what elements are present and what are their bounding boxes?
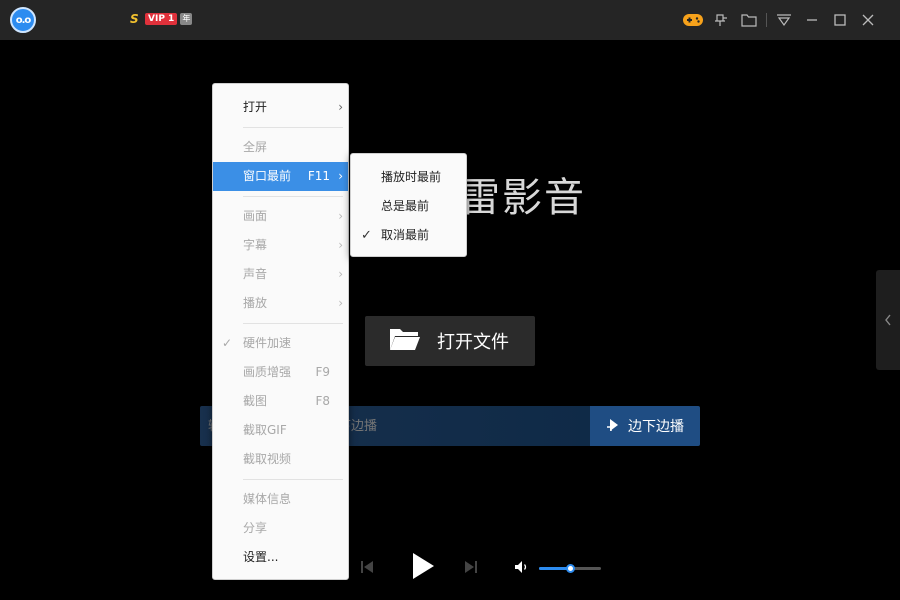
menu-item-label: 分享 — [243, 521, 268, 535]
menu-item-label: 声音 — [243, 267, 268, 281]
play-button[interactable] — [407, 548, 439, 588]
volume-slider[interactable] — [539, 564, 601, 573]
menu-separator — [243, 323, 343, 324]
menu-item[interactable]: 设置... — [213, 543, 348, 572]
app-logo-icon[interactable]: o.o — [10, 7, 36, 33]
menu-item-shortcut: F8 — [315, 394, 330, 408]
menu-item-label: 画质增强 — [243, 365, 292, 379]
menu-item-label: 媒体信息 — [243, 492, 292, 506]
chevron-right-icon: › — [338, 209, 343, 223]
chevron-right-icon: › — [338, 169, 343, 183]
previous-button[interactable] — [355, 548, 379, 588]
stream-play-icon — [606, 417, 620, 436]
menu-item-shortcut: F9 — [315, 365, 330, 379]
badge-vip: VIP 1 — [145, 13, 178, 25]
titlebar-separator — [766, 13, 767, 27]
close-icon[interactable] — [854, 0, 882, 40]
menu-item: 播放 › — [213, 289, 348, 318]
folder-icon[interactable] — [735, 0, 763, 40]
menu-item: 截取GIF — [213, 416, 348, 445]
check-icon: ✓ — [361, 228, 372, 243]
playlist-toggle[interactable] — [876, 270, 900, 370]
context-menu: 打开 › 全屏窗口最前 F11 › 画面 › 字幕 › 声音 › 播放 › ✓ 硬件加速画质增强 F9 截图 F8… — [212, 83, 349, 580]
menu-item: 媒体信息 — [213, 485, 348, 514]
menu-item-label: 全屏 — [243, 140, 268, 154]
check-icon: ✓ — [222, 336, 233, 350]
stream-play-button[interactable]: 边下边播 — [590, 406, 700, 446]
menu-item: ✓ 硬件加速 — [213, 329, 348, 358]
menu-item: 分享 — [213, 514, 348, 543]
menu-item-label: 截取GIF — [243, 423, 287, 437]
menu-item: 全屏 — [213, 133, 348, 162]
menu-item: 画面 › — [213, 202, 348, 231]
badge-new: 年 — [180, 13, 193, 25]
titlebar-actions — [679, 0, 882, 40]
vip-badges[interactable]: S VIP 1 年 — [130, 12, 193, 26]
chevron-right-icon: › — [338, 296, 343, 310]
minimize-icon[interactable] — [798, 0, 826, 40]
menu-item-label: 设置... — [243, 550, 279, 564]
brand-title: 雷影音 — [460, 175, 586, 221]
menu-item-shortcut: F11 — [307, 169, 330, 183]
menu-separator — [243, 127, 343, 128]
chevron-left-icon — [884, 311, 892, 330]
submenu-item[interactable]: ✓ 取消最前 — [351, 221, 466, 250]
window-ontop-submenu: 播放时最前总是最前 ✓ 取消最前 — [350, 153, 467, 257]
menu-item: 声音 › — [213, 260, 348, 289]
menu-item-label: 字幕 — [243, 238, 268, 252]
play-icon — [410, 551, 436, 585]
menu-item: 截图 F8 — [213, 387, 348, 416]
pin-icon[interactable] — [707, 0, 735, 40]
maximize-icon[interactable] — [826, 0, 854, 40]
menu-item-label: 播放 — [243, 296, 268, 310]
menu-item-label: 画面 — [243, 209, 268, 223]
speaker-icon — [514, 559, 530, 578]
submenu-item-label: 播放时最前 — [381, 170, 442, 184]
submenu-item[interactable]: 播放时最前 — [351, 163, 466, 192]
submenu-item-label: 取消最前 — [381, 228, 430, 242]
chevron-right-icon: › — [338, 267, 343, 281]
menu-item-label: 截图 — [243, 394, 268, 408]
skip-next-icon — [464, 559, 478, 578]
next-button[interactable] — [459, 548, 483, 588]
submenu-item-label: 总是最前 — [381, 199, 430, 213]
submenu-item[interactable]: 总是最前 — [351, 192, 466, 221]
menu-item-label: 硬件加速 — [243, 336, 292, 350]
menu-item-label: 窗口最前 — [243, 169, 292, 183]
menu-item-label: 打开 — [243, 100, 268, 114]
menu-item: 截取视频 — [213, 445, 348, 474]
chevron-right-icon: › — [338, 100, 343, 114]
menu-item[interactable]: 打开 › — [213, 93, 348, 122]
volume-handle[interactable] — [566, 564, 575, 573]
menu-item-label: 截取视频 — [243, 452, 292, 466]
volume-button[interactable] — [511, 548, 533, 588]
logo-face: o.o — [15, 14, 32, 26]
menu-item: 画质增强 F9 — [213, 358, 348, 387]
open-file-button[interactable]: 打开文件 — [365, 316, 535, 366]
badge-s: S — [130, 12, 139, 26]
menu-separator — [243, 196, 343, 197]
menu-separator — [243, 479, 343, 480]
chevron-right-icon: › — [338, 238, 343, 252]
menu-item[interactable]: 窗口最前 F11 › — [213, 162, 348, 191]
skip-previous-icon — [360, 559, 374, 578]
menu-item: 字幕 › — [213, 231, 348, 260]
open-file-label: 打开文件 — [437, 332, 509, 353]
skin-icon[interactable] — [770, 0, 798, 40]
folder-open-icon — [389, 326, 421, 356]
game-icon[interactable] — [679, 0, 707, 40]
title-bar: o.o S VIP 1 年 — [0, 0, 900, 40]
stream-play-label: 边下边播 — [628, 419, 684, 435]
